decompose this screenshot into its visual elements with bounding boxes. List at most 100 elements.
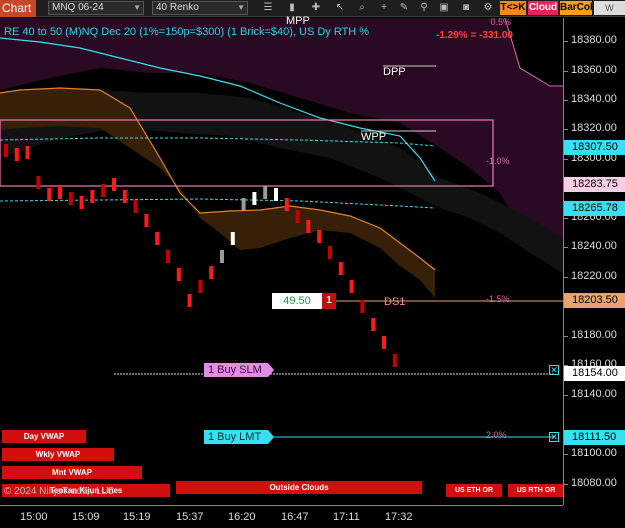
chart-tab-label[interactable]: Chart (0, 0, 36, 17)
pin-icon[interactable]: ⚲ (418, 2, 430, 14)
outside-clouds-button[interactable]: Outside Clouds (176, 481, 422, 494)
renko-brick (166, 250, 170, 263)
time-tick: 15:09 (72, 511, 100, 523)
time-tick: 15:37 (176, 511, 204, 523)
renko-brick (392, 354, 397, 367)
dpp-level-label: DPP (383, 66, 406, 78)
crosshair-icon[interactable]: ✚ (310, 2, 322, 14)
time-tick: 16:47 (281, 511, 309, 523)
renko-brick (263, 186, 268, 199)
renko-brick (36, 176, 41, 189)
renko-bricks (4, 144, 397, 367)
trade-toggle-button[interactable]: T<>K (500, 1, 526, 15)
lock-icon[interactable]: ▣ (438, 2, 450, 14)
price-badge-magenta: 18283.75 (564, 177, 625, 192)
renko-brick (25, 146, 30, 159)
bar-type-selector[interactable]: 40 Renko ▼ (152, 1, 248, 15)
barcol-button[interactable]: BarCol (560, 1, 593, 15)
renko-brick (371, 318, 376, 331)
instrument-selector[interactable]: MNQ 06-24 ▼ (48, 1, 144, 15)
cursor-icon[interactable]: ↖ (334, 2, 346, 14)
price-badge-cyan-1: 18307.50 (564, 140, 625, 155)
time-tick: 17:32 (385, 511, 413, 523)
renko-brick (209, 266, 214, 279)
renko-brick (155, 232, 160, 245)
pct-label-2: 2.0% (486, 430, 507, 440)
renko-brick (112, 178, 116, 191)
price-axis[interactable]: 18380.00 18360.00 18340.00 18320.00 1830… (563, 18, 625, 505)
time-tick: 15:00 (20, 511, 48, 523)
renko-brick (295, 210, 300, 223)
list-icon[interactable]: ☰ (262, 2, 274, 14)
renko-brick (122, 190, 127, 203)
renko-brick (101, 184, 106, 197)
renko-brick (187, 294, 192, 307)
renko-brick (68, 192, 73, 205)
bar-type-value: 40 Renko (156, 2, 199, 13)
renko-brick (14, 148, 19, 161)
zoom-icon[interactable]: ⌕ (356, 2, 368, 14)
renko-brick (133, 200, 138, 213)
renko-brick (58, 186, 62, 199)
buy-slm-order[interactable]: 1 Buy SLM (204, 363, 274, 377)
renko-brick (338, 262, 343, 275)
us-rth-or-button[interactable]: US RTH OR (508, 484, 564, 497)
renko-brick (252, 192, 257, 205)
renko-brick (328, 246, 332, 259)
us-eth-or-button[interactable]: US ETH OR (446, 484, 502, 497)
close-icon[interactable]: ✕ (549, 365, 559, 375)
weekly-vwap-button[interactable]: Wkly VWAP (2, 448, 114, 461)
position-avg-price[interactable]: 49.50 (272, 293, 322, 309)
renko-brick (349, 280, 354, 293)
bar-icon[interactable]: ▮ (286, 2, 298, 14)
ds1-level-label: DS1 (384, 296, 406, 308)
renko-brick (306, 220, 311, 233)
renko-brick (284, 198, 289, 211)
pct-label-top: 0.5% (490, 17, 511, 27)
time-tick: 17:11 (333, 511, 360, 523)
close-icon[interactable]: ✕ (549, 432, 559, 442)
renko-brick (90, 190, 95, 203)
position-quantity[interactable]: 1 (322, 293, 336, 309)
camera-icon[interactable]: ◙ (460, 2, 472, 14)
vwap-button[interactable]: W VWA (594, 1, 625, 27)
renko-brick (360, 300, 365, 313)
time-axis[interactable]: 15:00 15:09 15:19 15:37 16:20 16:47 17:1… (0, 505, 563, 528)
renko-brick (144, 214, 149, 227)
renko-brick (47, 188, 52, 201)
cloud-button[interactable]: Cloud (528, 1, 558, 15)
pnl-readout: -1.29% = -331.00 (436, 30, 513, 41)
cyan-dash-lower (0, 198, 436, 209)
pct-label-neg15: -1.5% (486, 294, 510, 304)
renko-brick (274, 188, 278, 201)
price-badge-cyan-3: 18111.50 (564, 430, 625, 445)
renko-brick (176, 268, 181, 281)
renko-brick (198, 280, 203, 293)
buy-lmt-order[interactable]: 1 Buy LMT (204, 430, 274, 444)
chart-toolbar: Chart MNQ 06-24 ▼ 40 Renko ▼ ☰ ▮ ✚ ↖ ⌕ +… (0, 0, 625, 27)
renko-brick (382, 336, 386, 349)
price-badge-orange: 18203.50 (564, 293, 625, 308)
renko-brick (79, 196, 84, 209)
wpp-level-label: WPP (361, 131, 387, 143)
time-tick: 16:20 (228, 511, 256, 523)
chart-title: RE 40 to 50 (M)NQ Dec 20 (1%=150p=$300) … (4, 26, 370, 38)
renko-brick (230, 232, 235, 245)
chevron-down-icon: ▼ (133, 3, 141, 12)
renko-brick (220, 250, 224, 263)
pct-label-neg1: -1.0% (486, 156, 510, 166)
renko-brick (241, 198, 246, 211)
plus-icon[interactable]: + (378, 2, 390, 14)
renko-brick (317, 230, 322, 243)
instrument-value: MNQ 06-24 (52, 2, 104, 13)
monthly-vwap-button[interactable]: Mnt VWAP (2, 466, 142, 479)
draw-icon[interactable]: ✎ (398, 2, 410, 14)
day-vwap-button[interactable]: Day VWAP (2, 430, 86, 443)
copyright-text: © 2024 NinjaTrader, LLC (4, 486, 115, 497)
chart-panel[interactable]: MPP 0.5% RE 40 to 50 (M)NQ Dec 20 (1%=15… (0, 15, 564, 505)
chevron-down-icon: ▼ (237, 3, 245, 12)
time-tick: 15:19 (123, 511, 151, 523)
gear-icon[interactable]: ⚙ (482, 2, 494, 14)
renko-brick (4, 144, 8, 157)
price-badge-current: 18154.00 (564, 366, 625, 381)
